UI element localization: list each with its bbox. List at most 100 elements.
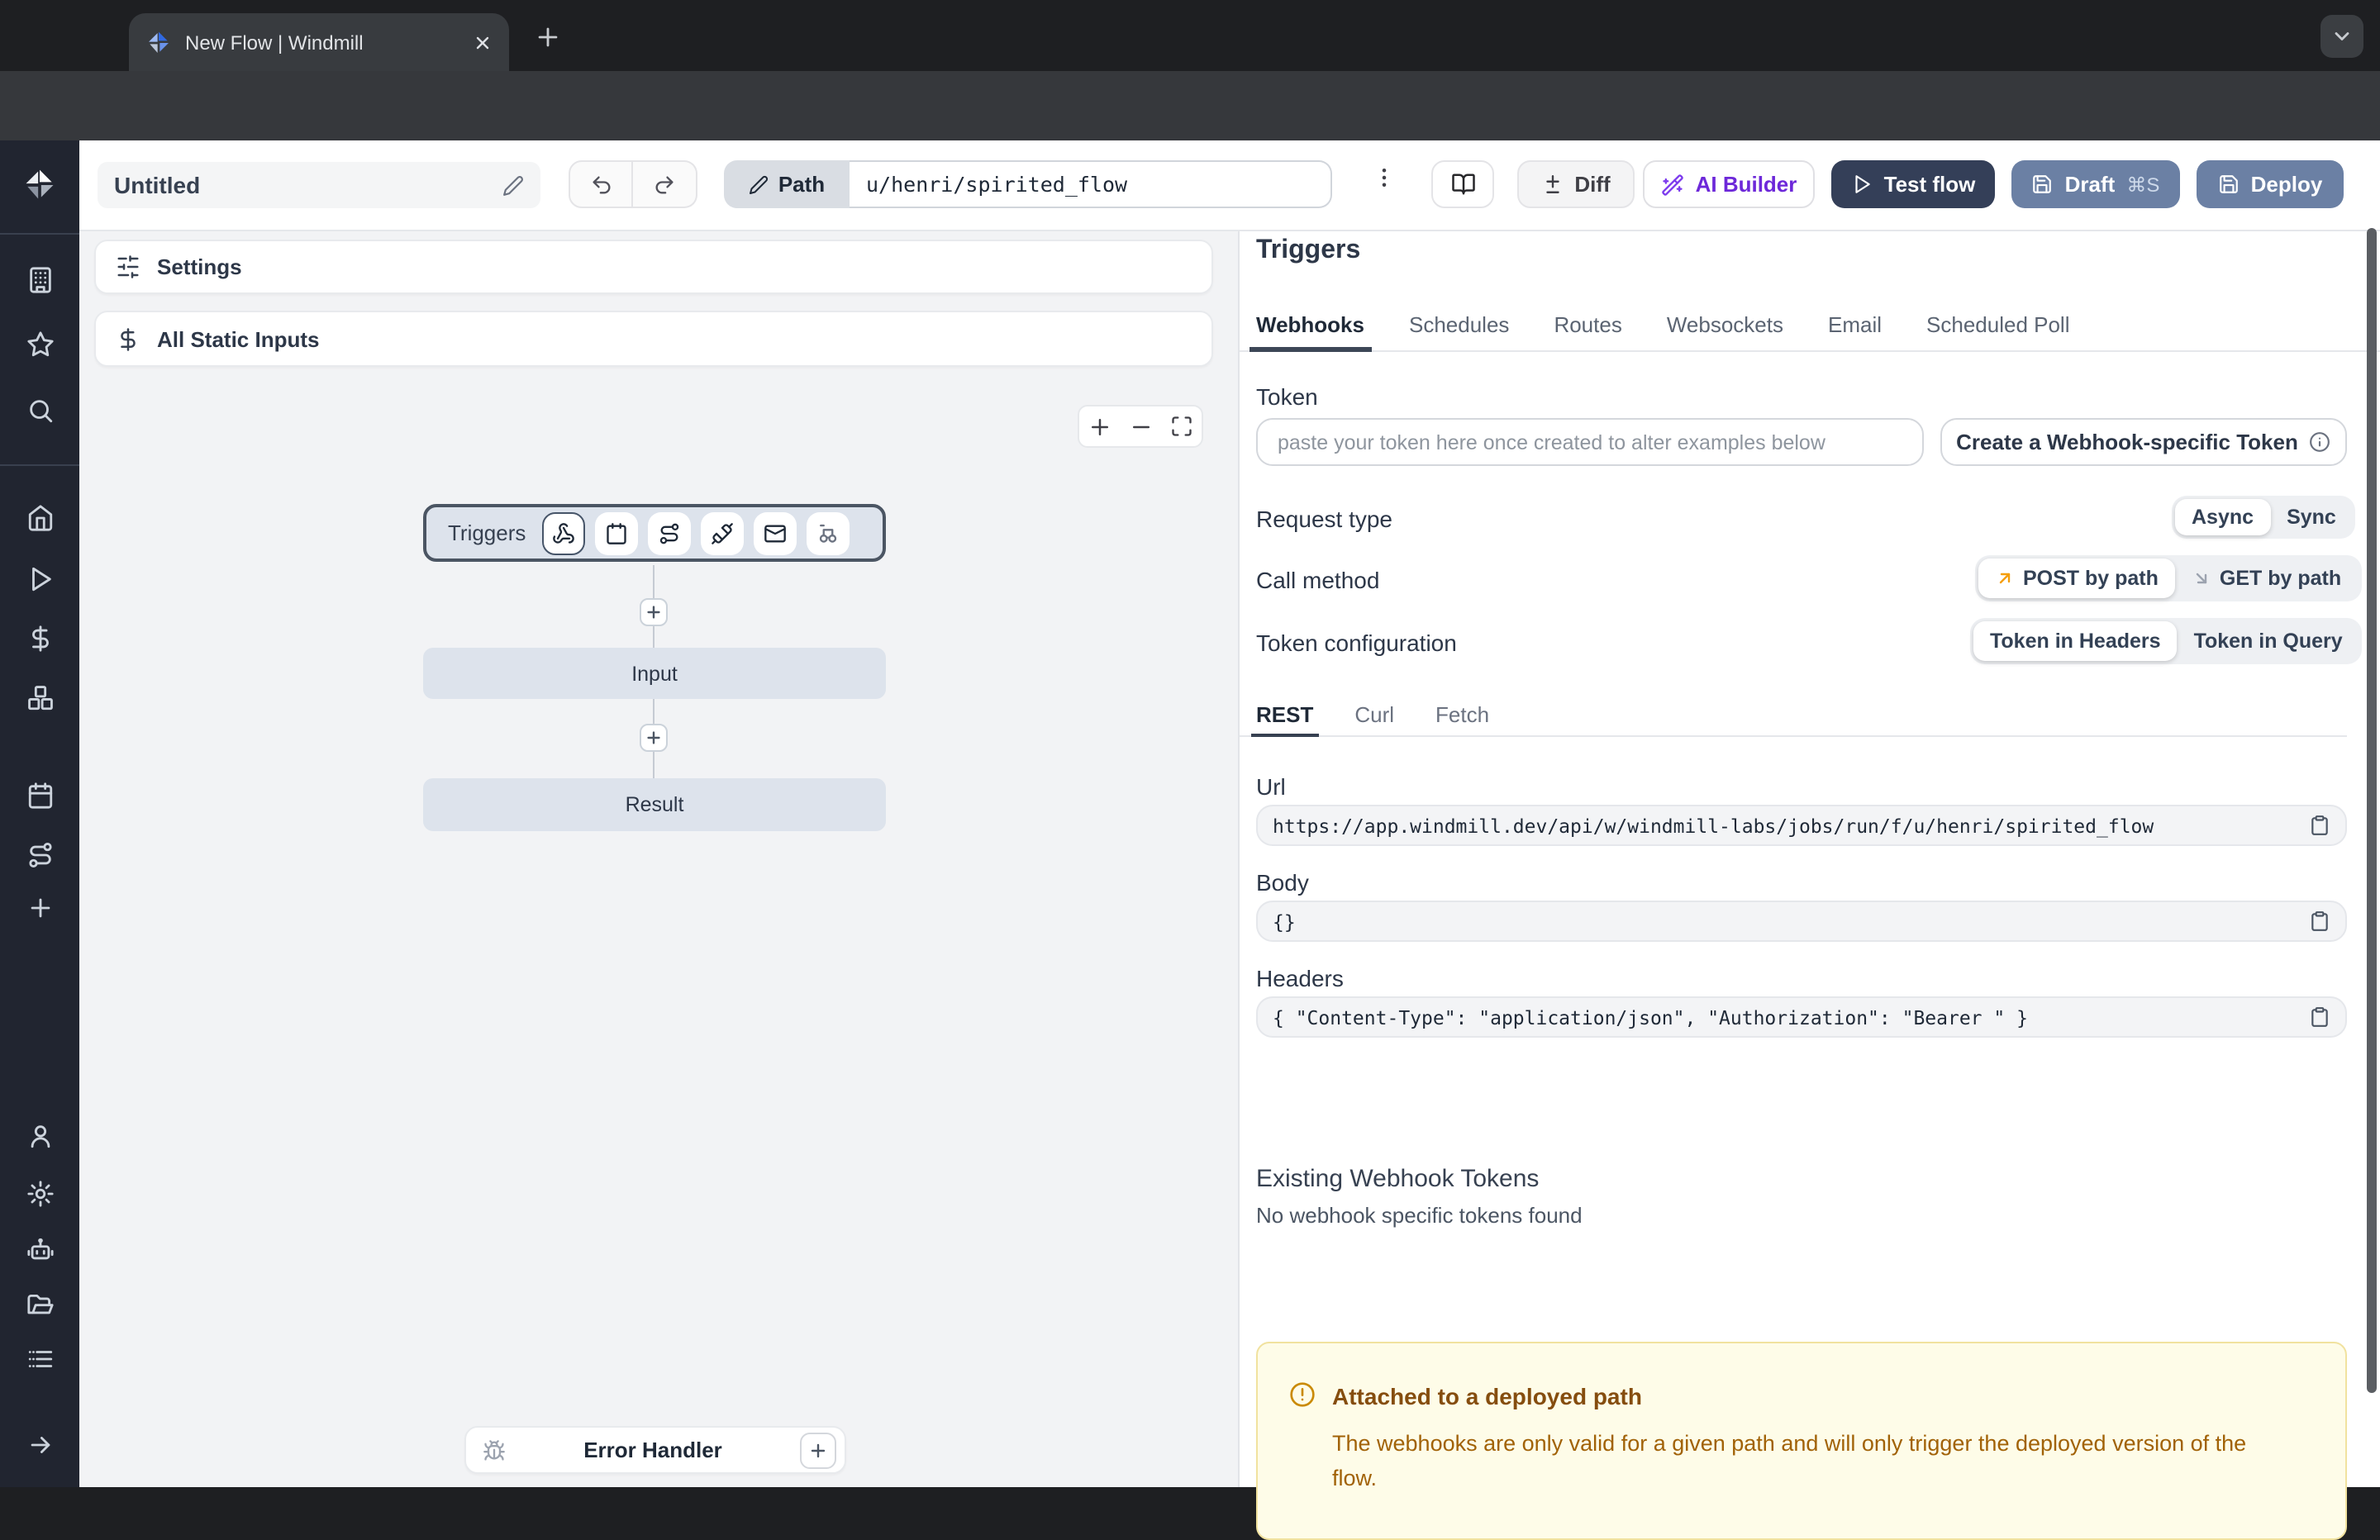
windmill-logo[interactable] xyxy=(0,160,79,210)
flow-canvas[interactable]: Settings All Static Inputs Triggers xyxy=(79,231,1240,1487)
headers-label: Headers xyxy=(1256,965,1344,991)
tab-routes[interactable]: Routes xyxy=(1554,297,1621,350)
add-error-handler-button[interactable] xyxy=(800,1432,836,1468)
tab-schedules[interactable]: Schedules xyxy=(1409,297,1509,350)
copy-icon[interactable] xyxy=(2309,815,2330,836)
sidebar-expand-button[interactable] xyxy=(0,1419,79,1469)
zoom-out-icon[interactable] xyxy=(1129,414,1154,439)
websocket-trigger-button[interactable] xyxy=(701,511,744,554)
plus-icon xyxy=(533,22,561,50)
path-label-segment[interactable]: Path xyxy=(724,160,850,208)
draft-button[interactable]: Draft ⌘S xyxy=(2011,160,2180,208)
sidebar-item-workers[interactable] xyxy=(0,1224,79,1274)
dollar-icon xyxy=(116,326,140,351)
ai-builder-label: AI Builder xyxy=(1696,172,1797,197)
close-icon[interactable] xyxy=(473,32,493,52)
token-in-headers[interactable]: Token in Headers xyxy=(1973,621,2178,661)
edge-line xyxy=(653,699,654,724)
tab-scheduled-poll[interactable]: Scheduled Poll xyxy=(1926,297,2069,350)
ai-builder-button[interactable]: AI Builder xyxy=(1643,160,1815,208)
play-icon xyxy=(1851,173,1873,195)
sidebar-item-user[interactable] xyxy=(0,1110,79,1160)
diff-label: Diff xyxy=(1574,172,1610,197)
create-webhook-token-button[interactable]: Create a Webhook-specific Token xyxy=(1940,418,2347,466)
url-field[interactable]: https://app.windmill.dev/api/w/windmill-… xyxy=(1256,805,2347,846)
sidebar-item-schedules[interactable] xyxy=(0,770,79,820)
copy-icon[interactable] xyxy=(2309,910,2330,932)
sidebar-item-workspace[interactable] xyxy=(0,254,79,304)
path-value[interactable]: u/henri/spirited_flow xyxy=(850,160,1332,208)
sidebar-item-home[interactable] xyxy=(0,492,79,542)
settings-bar[interactable]: Settings xyxy=(94,240,1213,294)
draft-shortcut: ⌘S xyxy=(2126,173,2159,196)
webhook-trigger-button[interactable] xyxy=(542,511,585,554)
tab-fetch[interactable]: Fetch xyxy=(1435,694,1489,735)
scheduled-poll-trigger-button[interactable] xyxy=(807,511,850,554)
browser-window: New Flow | Windmill app.windmill.dev/flo… xyxy=(0,0,2380,1487)
request-type-async[interactable]: Async xyxy=(2175,499,2270,535)
bot-icon xyxy=(26,1235,54,1263)
route-trigger-button[interactable] xyxy=(648,511,691,554)
tab-rest[interactable]: REST xyxy=(1256,694,1313,735)
insert-step-button[interactable] xyxy=(640,724,668,752)
headers-value: { "Content-Type": "application/json", "A… xyxy=(1273,1005,2309,1029)
all-static-inputs-bar[interactable]: All Static Inputs xyxy=(94,311,1213,367)
scheduled-poll-binoculars-icon xyxy=(816,521,840,544)
request-type-toggle: Async Sync xyxy=(2172,496,2356,539)
new-tab-button[interactable] xyxy=(526,15,569,58)
token-config-label: Token configuration xyxy=(1256,630,1457,656)
tab-websockets[interactable]: Websockets xyxy=(1667,297,1783,350)
path-editor[interactable]: Path u/henri/spirited_flow xyxy=(724,160,1332,208)
scrollbar[interactable] xyxy=(2365,140,2378,1487)
tab-email[interactable]: Email xyxy=(1828,297,1882,350)
token-input[interactable] xyxy=(1256,418,1924,466)
tab-search-button[interactable] xyxy=(2320,15,2363,58)
gear-icon xyxy=(26,1179,54,1207)
test-flow-button[interactable]: Test flow xyxy=(1831,160,1995,208)
redo-button[interactable] xyxy=(633,160,697,208)
flow-name-field[interactable]: Untitled xyxy=(98,162,540,208)
undo-button[interactable] xyxy=(569,160,633,208)
route-icon xyxy=(658,521,681,544)
tab-curl[interactable]: Curl xyxy=(1354,694,1394,735)
zoom-in-icon[interactable] xyxy=(1088,414,1112,439)
sidebar-item-audit-logs[interactable] xyxy=(0,1333,79,1383)
sidebar-item-search[interactable] xyxy=(0,385,79,435)
sidebar-item-resources[interactable] xyxy=(0,673,79,722)
insert-step-button[interactable] xyxy=(640,598,668,626)
sidebar-item-runs[interactable] xyxy=(0,554,79,603)
scrollbar-thumb[interactable] xyxy=(2367,228,2377,1393)
sidebar-item-favorites[interactable] xyxy=(0,319,79,368)
sidebar-item-folders[interactable] xyxy=(0,1279,79,1328)
call-method-post[interactable]: POST by path xyxy=(1978,558,2175,598)
triggers-node[interactable]: Triggers xyxy=(423,504,886,562)
input-node[interactable]: Input xyxy=(423,648,886,699)
headers-field[interactable]: { "Content-Type": "application/json", "A… xyxy=(1256,996,2347,1038)
diff-button[interactable]: Diff xyxy=(1517,160,1635,208)
sidebar-item-add[interactable] xyxy=(0,882,79,932)
deploy-button[interactable]: Deploy xyxy=(2197,160,2344,208)
more-options-icon[interactable] xyxy=(1372,165,1397,190)
edge-line xyxy=(653,752,654,778)
deploy-label: Deploy xyxy=(2251,172,2323,197)
request-type-sync[interactable]: Sync xyxy=(2270,499,2353,535)
sidebar-item-routes[interactable] xyxy=(0,829,79,879)
calendar-icon xyxy=(605,521,628,544)
docs-button[interactable] xyxy=(1431,160,1494,208)
bug-icon xyxy=(483,1438,506,1462)
sidebar-item-settings[interactable] xyxy=(0,1168,79,1218)
body-field[interactable]: {} xyxy=(1256,901,2347,942)
call-method-get[interactable]: GET by path xyxy=(2175,558,2358,598)
error-handler-node[interactable]: Error Handler xyxy=(464,1426,846,1474)
token-in-query[interactable]: Token in Query xyxy=(2178,621,2359,661)
result-node[interactable]: Result xyxy=(423,778,886,831)
email-trigger-button[interactable] xyxy=(754,511,797,554)
sidebar-item-variables[interactable] xyxy=(0,613,79,663)
browser-tab[interactable]: New Flow | Windmill xyxy=(129,13,509,71)
boxes-icon xyxy=(26,683,54,711)
schedule-trigger-button[interactable] xyxy=(595,511,638,554)
fit-view-icon[interactable] xyxy=(1170,415,1193,438)
copy-icon[interactable] xyxy=(2309,1006,2330,1028)
windmill-logo-icon xyxy=(21,167,58,203)
tab-webhooks[interactable]: Webhooks xyxy=(1256,297,1364,350)
